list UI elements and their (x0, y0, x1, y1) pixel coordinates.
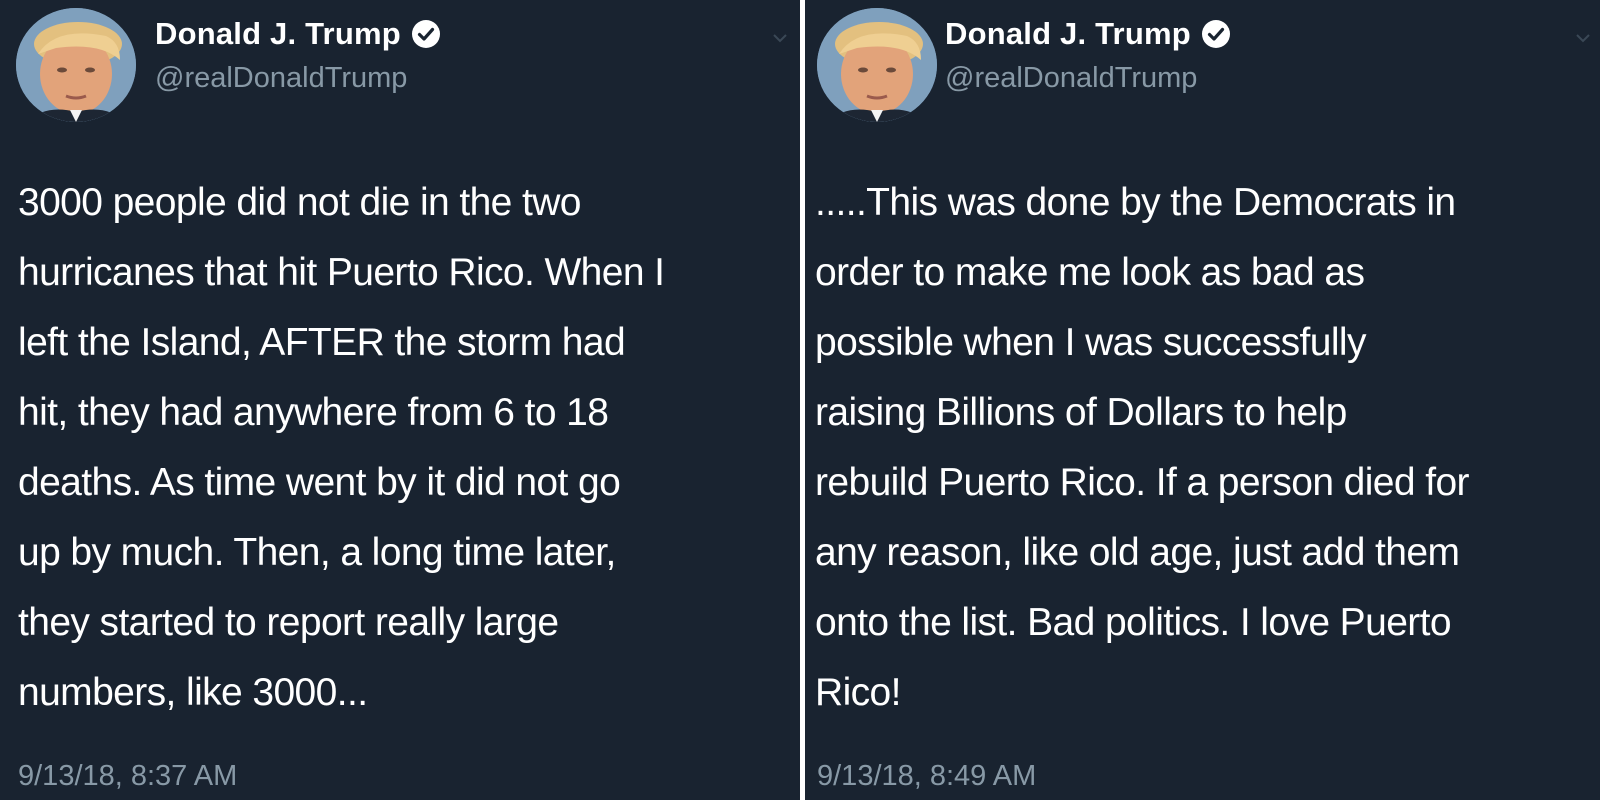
tweet-card-right[interactable]: Donald J. Trump @realDonaldTrump .....Th… (805, 0, 1600, 800)
user-handle[interactable]: @realDonaldTrump (945, 62, 1197, 95)
verified-icon (411, 19, 441, 49)
tweet-timestamp[interactable]: 9/13/18, 8:49 AM (817, 760, 1036, 793)
verified-icon (1201, 19, 1231, 49)
tweet-text: 3000 people did not die in the two hurri… (18, 181, 665, 714)
name-row: Donald J. Trump (155, 16, 441, 52)
avatar[interactable] (16, 8, 136, 122)
avatar-portrait (817, 8, 937, 122)
tweet-timestamp[interactable]: 9/13/18, 8:37 AM (18, 760, 237, 793)
user-handle[interactable]: @realDonaldTrump (155, 62, 407, 95)
display-name[interactable]: Donald J. Trump (945, 16, 1191, 52)
display-name[interactable]: Donald J. Trump (155, 16, 401, 52)
tweet-card-left[interactable]: Donald J. Trump @realDonaldTrump 3000 pe… (0, 0, 800, 800)
name-row: Donald J. Trump (945, 16, 1231, 52)
avatar[interactable] (817, 8, 937, 122)
chevron-down-icon[interactable] (1575, 30, 1591, 46)
chevron-down-icon[interactable] (772, 30, 788, 46)
avatar-portrait (16, 8, 136, 122)
tweet-screenshot-composite: Donald J. Trump @realDonaldTrump 3000 pe… (0, 0, 1600, 800)
tweet-text: .....This was done by the Democrats in o… (815, 181, 1470, 714)
